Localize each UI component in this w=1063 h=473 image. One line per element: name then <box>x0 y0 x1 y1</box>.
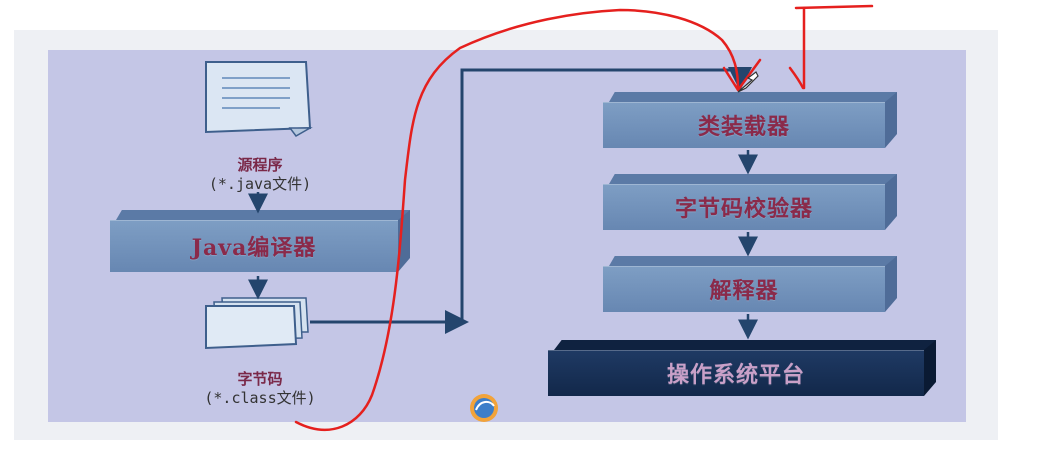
player-logo-icon <box>470 394 498 422</box>
diagram-graphics <box>205 4 874 431</box>
arrow-down-icon <box>248 150 758 340</box>
stacked-pages-icon <box>205 297 309 350</box>
bytecode-connector <box>310 67 752 334</box>
document-icon <box>205 61 313 137</box>
